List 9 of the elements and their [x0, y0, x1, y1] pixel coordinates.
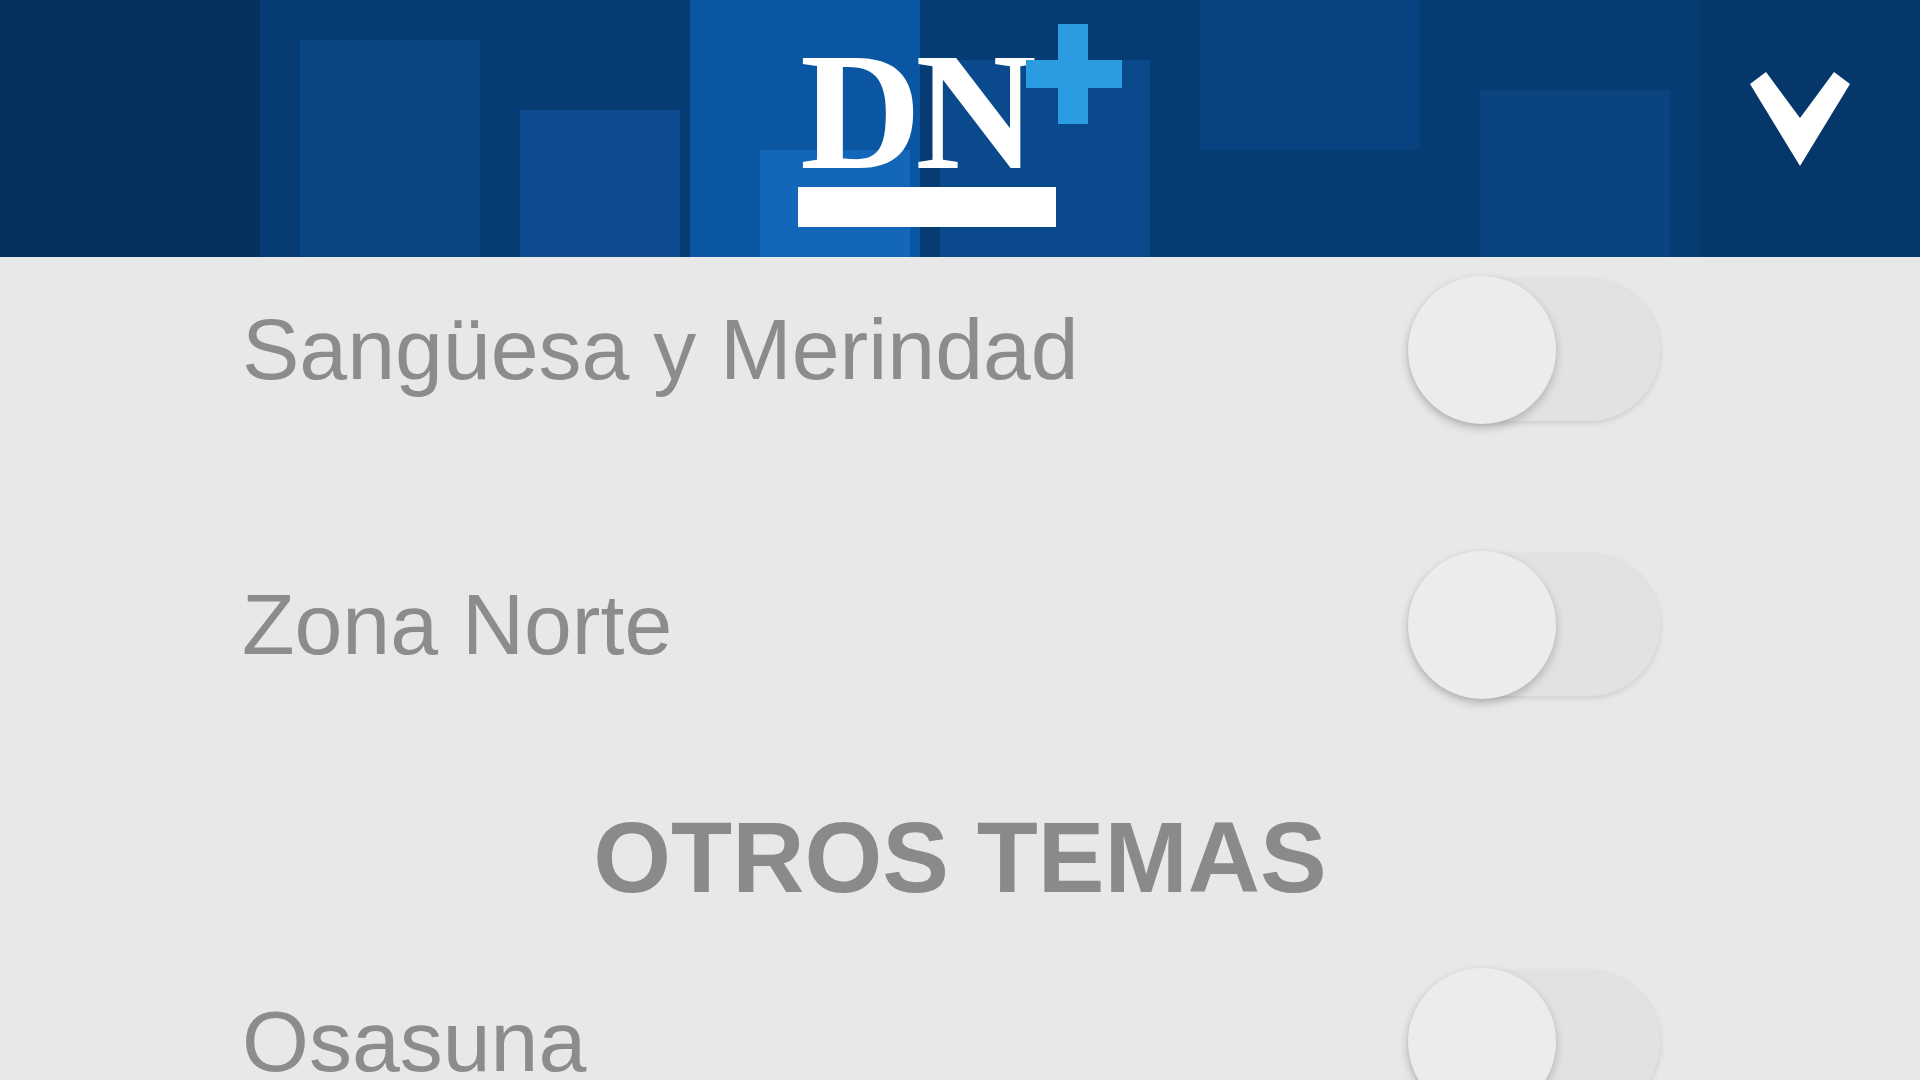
toggle-switch[interactable]	[1410, 970, 1660, 1080]
toggle-switch[interactable]	[1410, 553, 1660, 696]
setting-label: Osasuna	[242, 992, 587, 1080]
setting-label: Sangüesa y Merindad	[242, 300, 1079, 399]
setting-label: Zona Norte	[242, 575, 673, 674]
toggle-switch[interactable]	[1410, 278, 1660, 421]
chevron-down-icon[interactable]	[1750, 72, 1850, 166]
section-heading: OTROS TEMAS	[593, 799, 1327, 915]
logo-text: DN	[800, 22, 1033, 200]
